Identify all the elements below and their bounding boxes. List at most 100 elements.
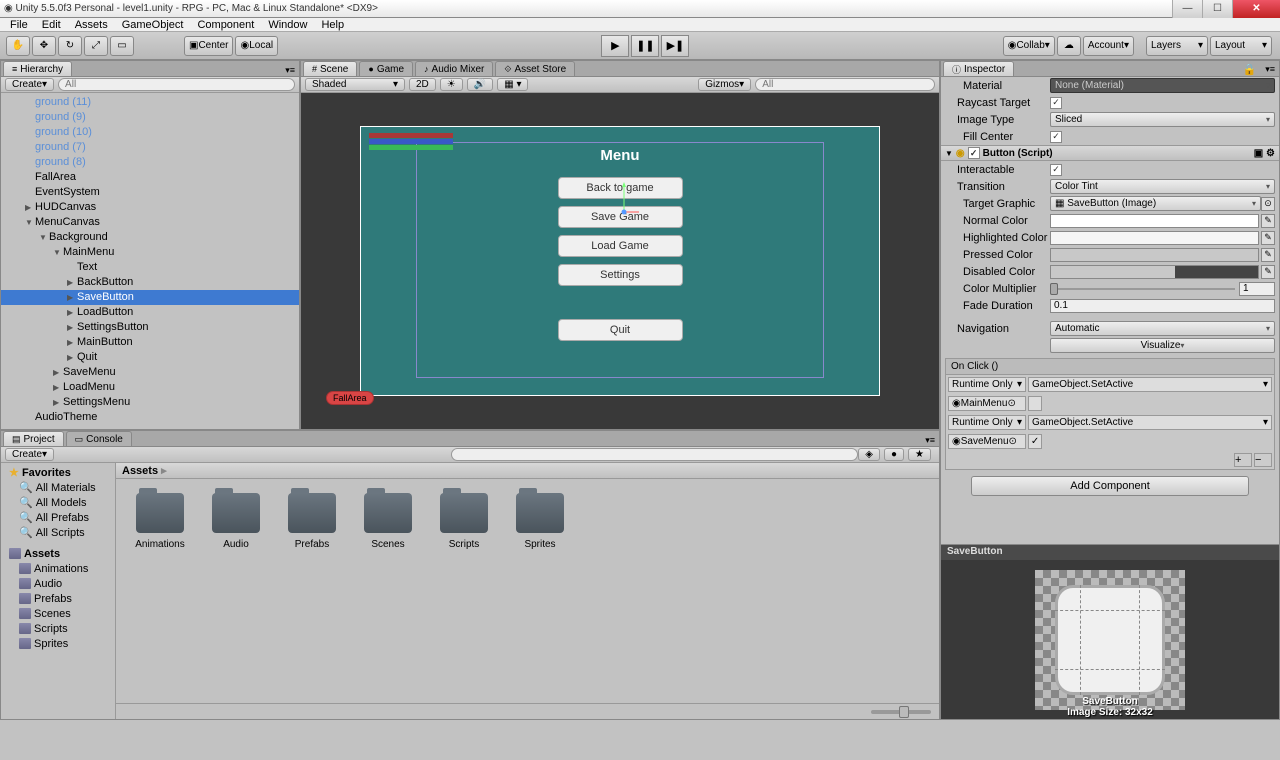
menu-window[interactable]: Window [262,19,313,31]
move-tool[interactable]: ✥ [32,36,56,56]
folder-item[interactable]: Audio [206,493,266,550]
inspector-lock-icon[interactable]: 🔒 [1240,63,1260,76]
step-button[interactable]: ▶❚ [661,35,689,57]
hierarchy-item[interactable]: ▶LoadButton [1,305,299,320]
menu-help[interactable]: Help [315,19,350,31]
hierarchy-item[interactable]: ▶SettingsButton [1,320,299,335]
fillcenter-checkbox[interactable]: ✓ [1050,131,1062,143]
pause-button[interactable]: ❚❚ [631,35,659,57]
disabled-color-field[interactable] [1050,265,1259,279]
hierarchy-item[interactable]: ▶SettingsMenu [1,395,299,410]
hierarchy-item[interactable]: EventSystem [1,185,299,200]
hierarchy-item[interactable]: ground (8) [1,155,299,170]
menu-assets[interactable]: Assets [69,19,114,31]
tab-console[interactable]: ▭Console [66,431,132,446]
hierarchy-item[interactable]: AudioTheme [1,410,299,425]
hierarchy-item[interactable]: ▶HUDCanvas [1,200,299,215]
tab-hierarchy[interactable]: ≡Hierarchy [3,61,72,76]
runtime-dropdown[interactable]: Runtime Only▾ [948,377,1026,392]
hierarchy-item[interactable]: ▶BackButton [1,275,299,290]
favorite-item[interactable]: 🔍 All Prefabs [1,510,115,525]
asset-tree-item[interactable]: Animations [1,561,115,576]
collab-button[interactable]: ◉ Collab ▾ [1003,36,1055,56]
panel-menu-icon[interactable]: ▾≡ [281,65,299,76]
hierarchy-item[interactable]: ▶MainButton [1,335,299,350]
menu-file[interactable]: File [4,19,34,31]
project-grid[interactable]: AnimationsAudioPrefabsScenesScriptsSprit… [116,479,939,564]
minimize-button[interactable]: — [1172,0,1202,18]
favorite-item[interactable]: 🔍 All Models [1,495,115,510]
transition-dropdown[interactable]: Color Tint [1050,179,1275,194]
target-object-field[interactable]: ◉MainMenu ⊙ [948,396,1026,411]
colormult-value[interactable]: 1 [1239,282,1275,296]
asset-tree-item[interactable]: Scenes [1,606,115,621]
target-object-field[interactable]: ◉SaveMenu ⊙ [948,434,1026,449]
rotate-tool[interactable]: ↻ [58,36,82,56]
hierarchy-item[interactable]: ▼Background [1,230,299,245]
menu-edit[interactable]: Edit [36,19,67,31]
object-picker-icon[interactable]: ⊙ [1261,197,1275,211]
add-event-button[interactable]: + [1234,453,1252,467]
search-save-icon[interactable]: ★ [908,448,931,461]
tab-audiomixer[interactable]: ♪Audio Mixer [415,61,493,76]
favorite-item[interactable]: 🔍 All Materials [1,480,115,495]
menu-gameobject[interactable]: GameObject [116,19,190,31]
asset-tree-item[interactable]: Audio [1,576,115,591]
rect-tool[interactable]: ▭ [110,36,134,56]
button-component-header[interactable]: ▼◉✓Button (Script)▣ ⚙ [941,145,1279,161]
hierarchy-item[interactable]: ground (10) [1,125,299,140]
material-field[interactable]: None (Material) [1050,78,1275,93]
tab-inspector[interactable]: ⓘInspector [943,61,1014,76]
folder-item[interactable]: Animations [130,493,190,550]
pivot-center-button[interactable]: ▣ Center [184,36,233,56]
hierarchy-item[interactable]: ▼MainMenu [1,245,299,260]
gizmos-dropdown[interactable]: Gizmos ▾ [698,78,751,91]
folder-item[interactable]: Prefabs [282,493,342,550]
targetgraphic-field[interactable]: ▦ SaveButton (Image) [1050,196,1261,211]
hierarchy-create-button[interactable]: Create ▾ [5,78,54,91]
tab-assetstore[interactable]: ⟐Asset Store [495,61,575,76]
layers-button[interactable]: Layers ▾ [1146,36,1208,56]
colormult-slider[interactable] [1050,282,1235,296]
folder-item[interactable]: Sprites [510,493,570,550]
audio-toggle[interactable]: 🔊 [467,78,493,91]
menu-component[interactable]: Component [191,19,260,31]
panel-menu-icon[interactable]: ▾≡ [921,435,939,446]
hierarchy-item[interactable]: ▶Quit [1,350,299,365]
hierarchy-item[interactable]: ▶LoadMenu [1,380,299,395]
scene-search-input[interactable] [755,78,935,91]
bool-checkbox[interactable]: ✓ [1028,434,1042,449]
eyedropper-icon[interactable]: ✎ [1261,265,1275,279]
project-create-button[interactable]: Create ▾ [5,448,54,461]
folder-item[interactable]: Scripts [434,493,494,550]
help-icon[interactable]: ▣ [1254,148,1263,159]
eyedropper-icon[interactable]: ✎ [1261,248,1275,262]
tab-project[interactable]: ▤Project [3,431,64,446]
hierarchy-item[interactable]: ▼MenuCanvas [1,215,299,230]
fx-toggle[interactable]: ▦ ▾ [497,78,528,91]
hierarchy-tree[interactable]: ground (11)ground (9)ground (10)ground (… [1,93,299,429]
lighting-toggle[interactable]: ☀ [440,78,463,91]
search-filter-icon[interactable]: ◈ [858,448,880,461]
remove-event-button[interactable]: − [1254,453,1272,467]
hierarchy-item[interactable]: ground (9) [1,110,299,125]
imagetype-dropdown[interactable]: Sliced [1050,112,1275,127]
fadeduration-field[interactable]: 0.1 [1050,299,1275,313]
add-component-button[interactable]: Add Component [971,476,1249,496]
favorite-item[interactable]: 🔍 All Scripts [1,525,115,540]
asset-tree-item[interactable]: Prefabs [1,591,115,606]
eyedropper-icon[interactable]: ✎ [1261,231,1275,245]
asset-tree-item[interactable]: Scripts [1,621,115,636]
panel-menu-icon[interactable]: ▾≡ [1261,64,1279,75]
normal-color-field[interactable] [1050,214,1259,228]
maximize-button[interactable]: ☐ [1202,0,1232,18]
hierarchy-item[interactable]: ground (7) [1,140,299,155]
thumbnail-size-slider[interactable] [871,710,931,714]
hierarchy-item[interactable]: ground (11) [1,95,299,110]
account-button[interactable]: Account ▾ [1083,36,1134,56]
tab-scene[interactable]: #Scene [303,61,357,76]
project-tree[interactable]: ★ Favorites 🔍 All Materials🔍 All Models🔍… [1,463,116,719]
play-button[interactable]: ▶ [601,35,629,57]
pivot-local-button[interactable]: ◉ Local [235,36,278,56]
function-dropdown[interactable]: GameObject.SetActive▾ [1028,377,1272,392]
